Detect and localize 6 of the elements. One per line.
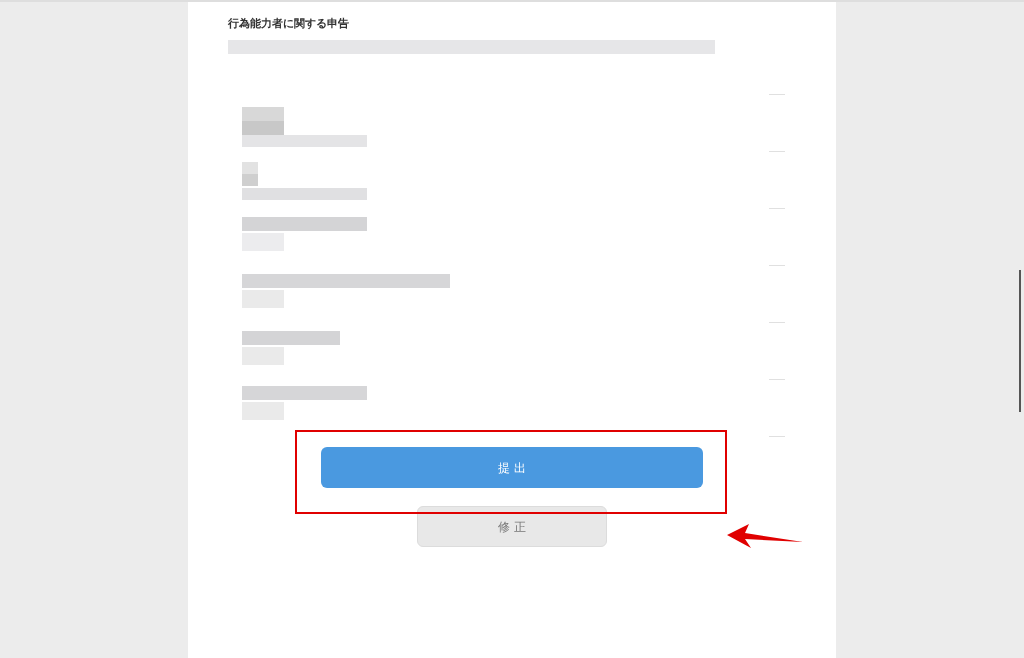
submit-button[interactable]: 提 出 [321, 447, 703, 488]
edit-button[interactable]: 修 正 [417, 506, 607, 547]
form-title: 行為能力者に関する申告 [228, 16, 350, 32]
blurred-text [242, 107, 284, 121]
blurred-text [242, 174, 258, 186]
blurred-text [242, 162, 258, 174]
